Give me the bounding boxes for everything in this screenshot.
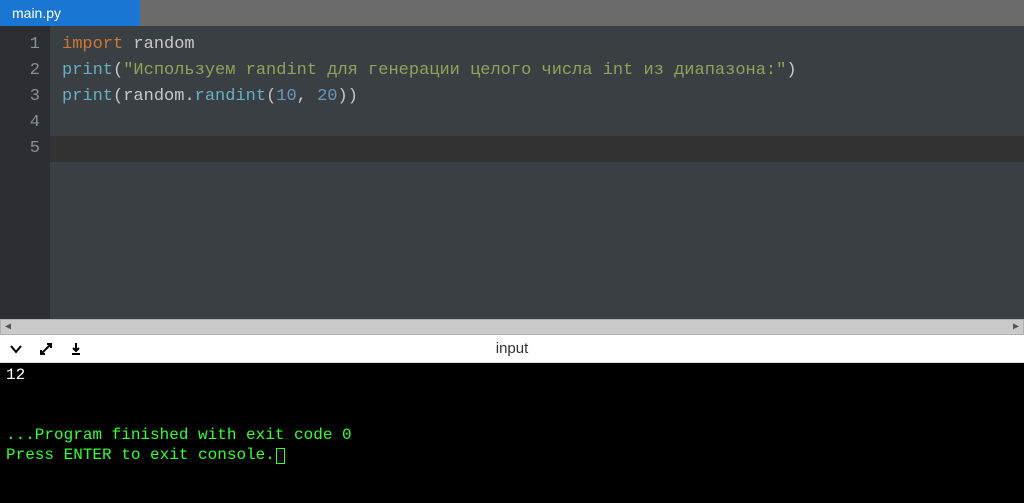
file-tab-main[interactable]: main.py xyxy=(0,0,140,26)
console-label: input xyxy=(496,340,529,357)
chevron-down-icon[interactable] xyxy=(8,341,24,357)
line-number: 1 xyxy=(0,32,50,58)
tab-bar: main.py xyxy=(0,0,1024,26)
code-line: print(random.randint(10, 20)) xyxy=(62,84,1024,110)
tab-filename: main.py xyxy=(12,5,61,21)
line-number: 4 xyxy=(0,110,50,136)
code-text-area[interactable]: import random print("Используем randint … xyxy=(50,26,1024,319)
scroll-left-icon[interactable]: ◀ xyxy=(1,320,15,334)
output-line xyxy=(6,385,1018,405)
code-editor[interactable]: 1 2 3 4 5 import random print("Используе… xyxy=(0,26,1024,319)
output-line: 12 xyxy=(6,365,1018,385)
line-number: 5 xyxy=(0,136,50,162)
scroll-right-icon[interactable]: ▶ xyxy=(1009,320,1023,334)
console-toolbar: input xyxy=(0,335,1024,363)
horizontal-scrollbar[interactable]: ◀ ▶ xyxy=(0,319,1024,335)
output-line xyxy=(6,405,1018,425)
code-line-current xyxy=(50,136,1024,162)
line-number-gutter: 1 2 3 4 5 xyxy=(0,26,50,319)
code-line: import random xyxy=(62,32,1024,58)
code-line: print("Используем randint для генерации … xyxy=(62,58,1024,84)
download-icon[interactable] xyxy=(68,341,84,357)
expand-icon[interactable] xyxy=(38,341,54,357)
cursor-icon xyxy=(276,448,285,464)
line-number: 2 xyxy=(0,58,50,84)
console-output[interactable]: 12 ...Program finished with exit code 0 … xyxy=(0,363,1024,503)
line-number: 3 xyxy=(0,84,50,110)
output-finished-line: ...Program finished with exit code 0 xyxy=(6,425,1018,445)
code-line xyxy=(62,110,1024,136)
output-prompt-line: Press ENTER to exit console. xyxy=(6,445,1018,465)
